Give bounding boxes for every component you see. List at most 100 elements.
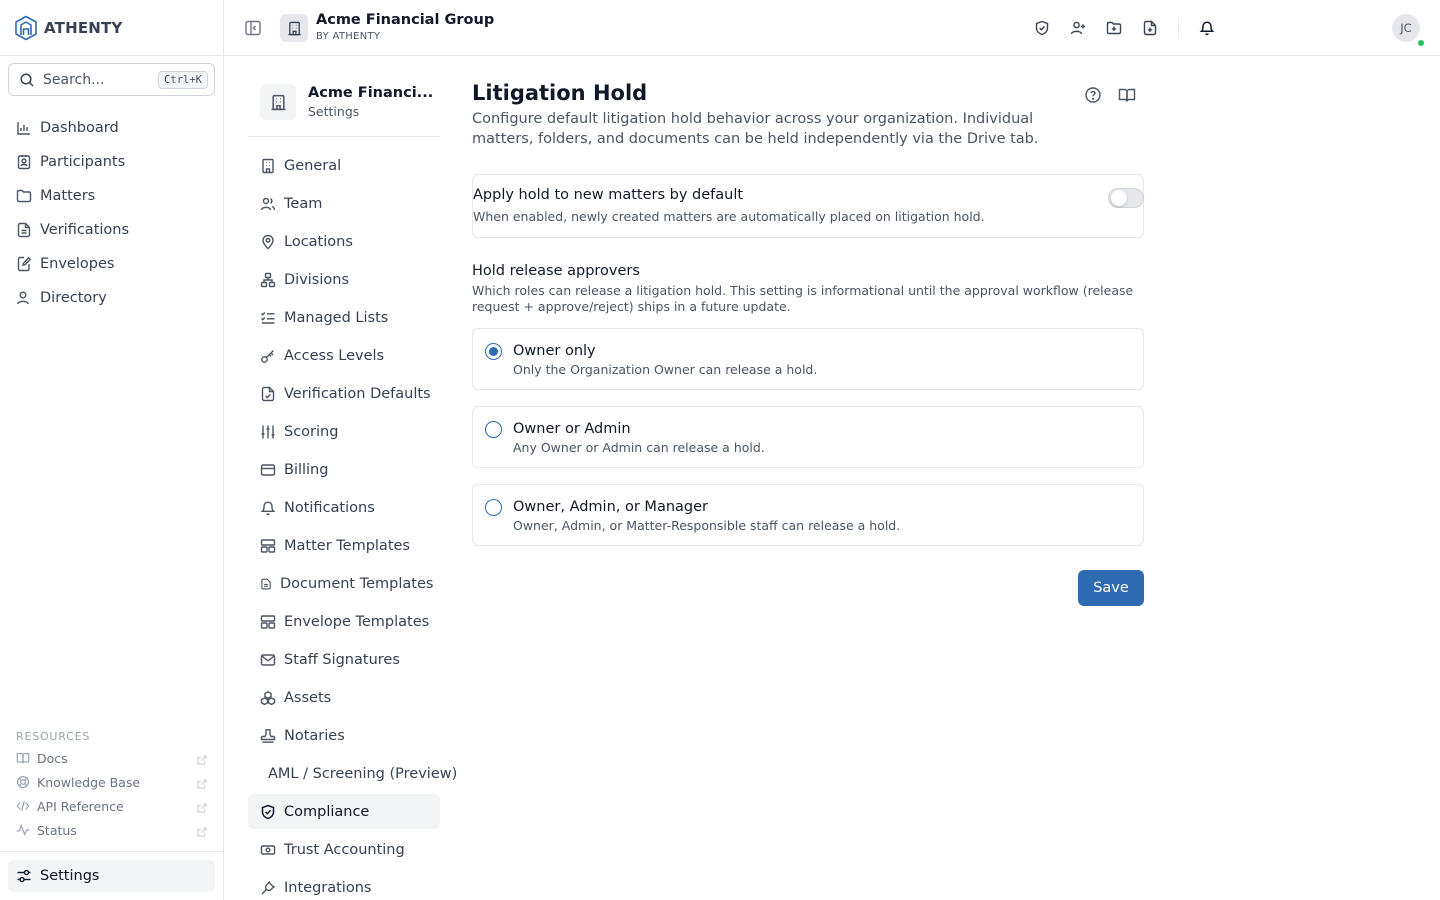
resource-status-link[interactable]: Status [8,818,215,842]
resource-docs-link[interactable]: Docs [8,746,215,770]
nav-item-label: Dashboard [40,120,119,136]
activity-icon [16,823,30,837]
settings-item-label: Divisions [284,271,350,288]
settings-org-name: Acme Financi... [308,85,434,101]
external-link-icon [197,753,207,765]
external-link-icon [197,825,207,837]
search-placeholder: Search... [43,71,105,88]
mail-icon [260,652,276,668]
org-avatar[interactable] [280,14,308,42]
radio-button[interactable] [485,343,502,360]
settings-item-label: Integrations [284,879,372,896]
settings-item-notifications[interactable]: Notifications [248,490,440,525]
save-button[interactable]: Save [1078,570,1144,606]
sidebar-item-settings[interactable]: Settings [8,860,215,892]
sidebar-toggle-icon[interactable] [244,19,262,37]
resource-knowledge-base-link[interactable]: Knowledge Base [8,770,215,794]
nav-item-label: Matters [40,188,96,204]
settings-item-label: Envelope Templates [284,613,430,630]
settings-sliders-icon [16,868,32,884]
nav-item-label: Verifications [40,222,130,238]
settings-item-label: General [284,157,342,174]
default-hold-card: Apply hold to new matters by default Whe… [472,174,1144,238]
settings-item-aml-screening[interactable]: AML / Screening (Preview) [248,756,457,791]
approver-option-owner-or-admin[interactable]: Owner or Admin Any Owner or Admin can re… [472,406,1144,468]
settings-item-staff-signatures[interactable]: Staff Signatures [248,642,440,677]
user-plus-icon[interactable] [1070,20,1086,36]
bell-icon[interactable] [1199,20,1215,36]
nav-item-directory[interactable]: Directory [8,281,215,315]
org-title[interactable]: Acme Financial Group [316,12,494,28]
external-link-icon [197,777,207,789]
settings-item-team[interactable]: Team [248,186,440,221]
radio-button[interactable] [485,499,502,516]
settings-item-billing[interactable]: Billing [248,452,440,487]
settings-item-document-templates[interactable]: Document Templates [248,566,440,601]
book-open-icon[interactable] [1118,86,1136,104]
settings-item-verification-defaults[interactable]: Verification Defaults [248,376,440,411]
option-description: Any Owner or Admin can release a hold. [513,440,765,455]
settings-item-label: Access Levels [284,347,385,364]
settings-item-integrations[interactable]: Integrations [248,870,440,900]
settings-item-matter-templates[interactable]: Matter Templates [248,528,440,563]
divider [248,136,440,137]
default-hold-toggle[interactable] [1108,188,1144,208]
settings-subtitle: Settings [308,104,360,119]
shield-check-icon[interactable] [1034,20,1050,36]
users-icon [16,290,32,306]
search-icon [19,72,35,88]
settings-item-managed-lists[interactable]: Managed Lists [248,300,440,335]
settings-item-label: Document Templates [280,575,434,592]
default-hold-description: When enabled, newly created matters are … [473,209,985,224]
file-check-icon [260,386,276,402]
radio-button[interactable] [485,421,502,438]
help-circle-icon[interactable] [1084,86,1102,104]
settings-item-label: AML / Screening (Preview) [268,765,458,782]
divider [0,55,223,56]
nav-item-label: Envelopes [40,256,115,272]
settings-item-notaries[interactable]: Notaries [248,718,440,753]
nav-item-dashboard[interactable]: Dashboard [8,111,215,145]
nav-item-label: Directory [40,290,107,306]
page-help-actions [1084,86,1136,104]
search-input[interactable]: Search... Ctrl+K [8,63,215,96]
user-avatar[interactable]: JC [1392,14,1420,42]
page-title: Litigation Hold [472,81,648,105]
nav-item-matters[interactable]: Matters [8,179,215,213]
approver-option-owner-admin-manager[interactable]: Owner, Admin, or Manager Owner, Admin, o… [472,484,1144,546]
option-description: Owner, Admin, or Matter-Responsible staf… [513,518,901,533]
nav-item-envelopes[interactable]: Envelopes [8,247,215,281]
settings-item-general[interactable]: General [248,148,440,183]
settings-item-label: Compliance [284,803,370,820]
file-plus-icon[interactable] [1142,20,1158,36]
brand[interactable]: ATHENTY [14,14,123,42]
nav-item-participants[interactable]: Participants [8,145,215,179]
stamp-icon [260,728,276,744]
resource-label: Docs [37,750,68,766]
banknote-icon [260,842,276,858]
approver-option-owner-only[interactable]: Owner only Only the Organization Owner c… [472,328,1144,390]
settings-item-label: Verification Defaults [284,385,431,402]
settings-item-label: Matter Templates [284,537,410,554]
settings-item-envelope-templates[interactable]: Envelope Templates [248,604,440,639]
search-shortcut: Ctrl+K [158,70,208,89]
resource-api-reference-link[interactable]: API Reference [8,794,215,818]
brand-name: ATHENTY [44,19,123,37]
file-text-icon [16,222,32,238]
settings-item-locations[interactable]: Locations [248,224,440,259]
settings-item-trust-accounting[interactable]: Trust Accounting [248,832,440,867]
file-edit-icon [16,256,32,272]
resources-section: RESOURCES Docs Knowledge Base API Refere… [8,728,215,842]
nav-item-verifications[interactable]: Verifications [8,213,215,247]
resource-label: API Reference [37,798,124,814]
settings-item-divisions[interactable]: Divisions [248,262,440,297]
settings-item-assets[interactable]: Assets [248,680,440,715]
folder-plus-icon[interactable] [1106,20,1122,36]
settings-item-compliance[interactable]: Compliance [248,794,440,829]
page-description: Configure default litigation hold behavi… [472,111,1039,147]
approvers-description: Which roles can release a litigation hol… [472,283,1134,314]
settings-item-access-levels[interactable]: Access Levels [248,338,440,373]
option-description: Only the Organization Owner can release … [513,362,818,377]
settings-item-scoring[interactable]: Scoring [248,414,440,449]
divider [1178,17,1179,39]
